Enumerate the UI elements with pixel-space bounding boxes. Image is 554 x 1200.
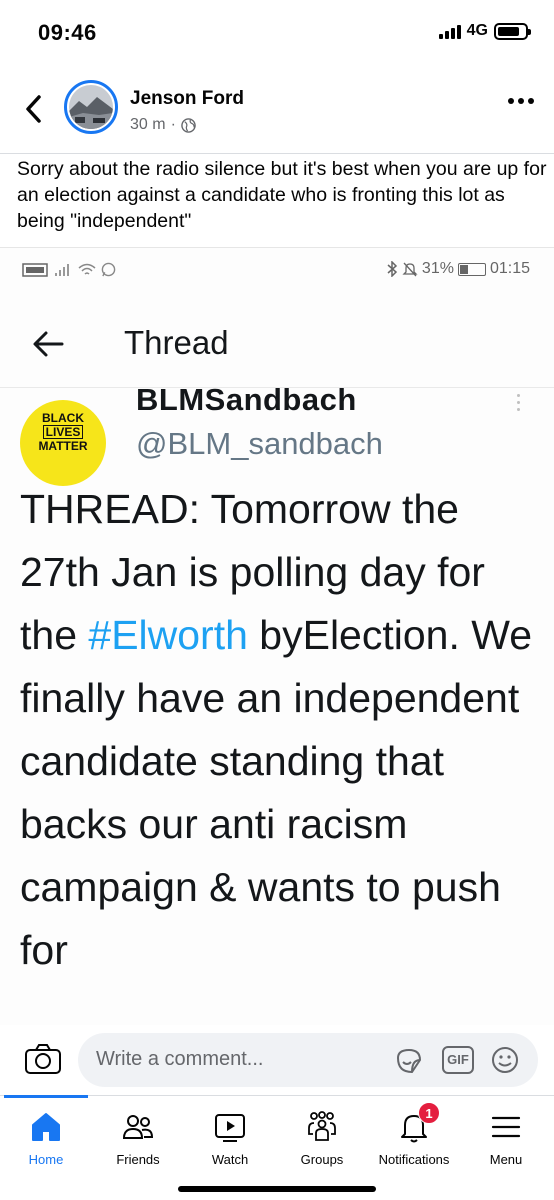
- nav-friends[interactable]: Friends: [92, 1096, 184, 1176]
- tweet-hashtag: #Elworth: [88, 612, 248, 658]
- tweet-handle: @BLM_sandbach: [136, 426, 383, 461]
- author-name[interactable]: Jenson Ford: [130, 88, 244, 110]
- battery-icon: [494, 22, 531, 40]
- network-badge-icon: [22, 262, 48, 277]
- nav-home-label: Home: [28, 1152, 64, 1167]
- nav-menu[interactable]: Menu: [460, 1096, 552, 1176]
- comment-placeholder: Write a comment...: [96, 1048, 264, 1070]
- status-bar: 09:46 4G: [0, 0, 554, 66]
- comment-bar: Write a comment... GIF: [0, 1025, 554, 1095]
- nav-watch-label: Watch: [211, 1152, 249, 1167]
- blm-avatar-line1: BLACK: [42, 411, 84, 425]
- mute-bell-icon: [402, 262, 418, 277]
- android-time: 01:15: [489, 260, 530, 277]
- meta-separator: ·: [170, 116, 176, 133]
- nav-watch[interactable]: Watch: [184, 1096, 276, 1176]
- post-meta: 30 m ·: [130, 116, 196, 134]
- friends-icon: [122, 1115, 154, 1139]
- chevron-left-icon: [26, 95, 41, 123]
- nav-notifications-label: Notifications: [378, 1152, 450, 1167]
- tweet-body: THREAD: Tomorrow the 27th Jan is polling…: [20, 478, 540, 982]
- cellular-signal-icon: [438, 23, 461, 39]
- more-options-button[interactable]: [508, 98, 534, 104]
- wifi-icon: [78, 263, 96, 275]
- nav-groups[interactable]: Groups: [276, 1096, 368, 1176]
- bottom-nav: Home Friends Watch Groups 1 Notification…: [0, 1095, 554, 1200]
- post-image[interactable]: 31% 01:15 Thread BLACK LIVES MATTER BLMS…: [0, 247, 554, 1025]
- sticker-button[interactable]: [394, 1046, 424, 1076]
- home-indicator: [178, 1186, 376, 1192]
- android-battery-percent: 31%: [421, 260, 454, 277]
- camera-icon: [25, 1044, 61, 1074]
- blm-avatar-line3: MATTER: [38, 439, 88, 453]
- android-battery-icon: [457, 262, 486, 276]
- blm-avatar-line2: LIVES: [42, 425, 84, 439]
- status-time: 09:46: [38, 20, 97, 45]
- tweet-more-icon: [517, 394, 520, 411]
- thread-title: Thread: [124, 324, 229, 361]
- network-type: 4G: [466, 22, 488, 39]
- groups-icon: [308, 1111, 336, 1141]
- smiley-icon: [492, 1047, 518, 1073]
- tweet-display-name: BLMSandbach: [136, 382, 357, 417]
- tweet-body-end: byElection. We finally have an independe…: [20, 612, 533, 973]
- emoji-button[interactable]: [490, 1045, 520, 1075]
- post-text: Sorry about the radio silence but it's b…: [17, 158, 547, 232]
- thread-header: Thread: [0, 308, 554, 388]
- comment-input[interactable]: Write a comment... GIF: [78, 1033, 538, 1087]
- avatar-photo: [69, 85, 113, 129]
- post-header: Jenson Ford 30 m ·: [0, 76, 554, 146]
- status-indicators: 4G: [438, 22, 531, 40]
- cellular-signal-icon: [55, 263, 69, 276]
- watch-icon: [215, 1114, 245, 1142]
- hamburger-menu-icon: [491, 1116, 521, 1138]
- nav-groups-label: Groups: [300, 1152, 344, 1167]
- gif-button[interactable]: GIF: [442, 1046, 474, 1074]
- back-button[interactable]: [20, 92, 48, 126]
- arrow-left-icon: [33, 331, 64, 357]
- sticker-icon: [396, 1048, 422, 1074]
- embedded-android-status-bar: 31% 01:15: [0, 248, 554, 294]
- globe-icon: [181, 117, 196, 133]
- author-avatar[interactable]: [64, 80, 118, 134]
- nav-notifications[interactable]: 1 Notifications: [368, 1096, 460, 1176]
- whatsapp-icon: [101, 262, 116, 277]
- post-time[interactable]: 30 m: [130, 116, 166, 134]
- bluetooth-icon: [387, 261, 398, 277]
- nav-friends-label: Friends: [116, 1152, 160, 1167]
- notifications-badge: 1: [418, 1102, 440, 1124]
- nav-menu-label: Menu: [489, 1152, 523, 1167]
- blm-avatar: BLACK LIVES MATTER: [20, 400, 106, 486]
- divider: [0, 153, 554, 154]
- nav-home[interactable]: Home: [0, 1096, 92, 1176]
- camera-button[interactable]: [24, 1043, 62, 1075]
- home-icon: [32, 1113, 60, 1141]
